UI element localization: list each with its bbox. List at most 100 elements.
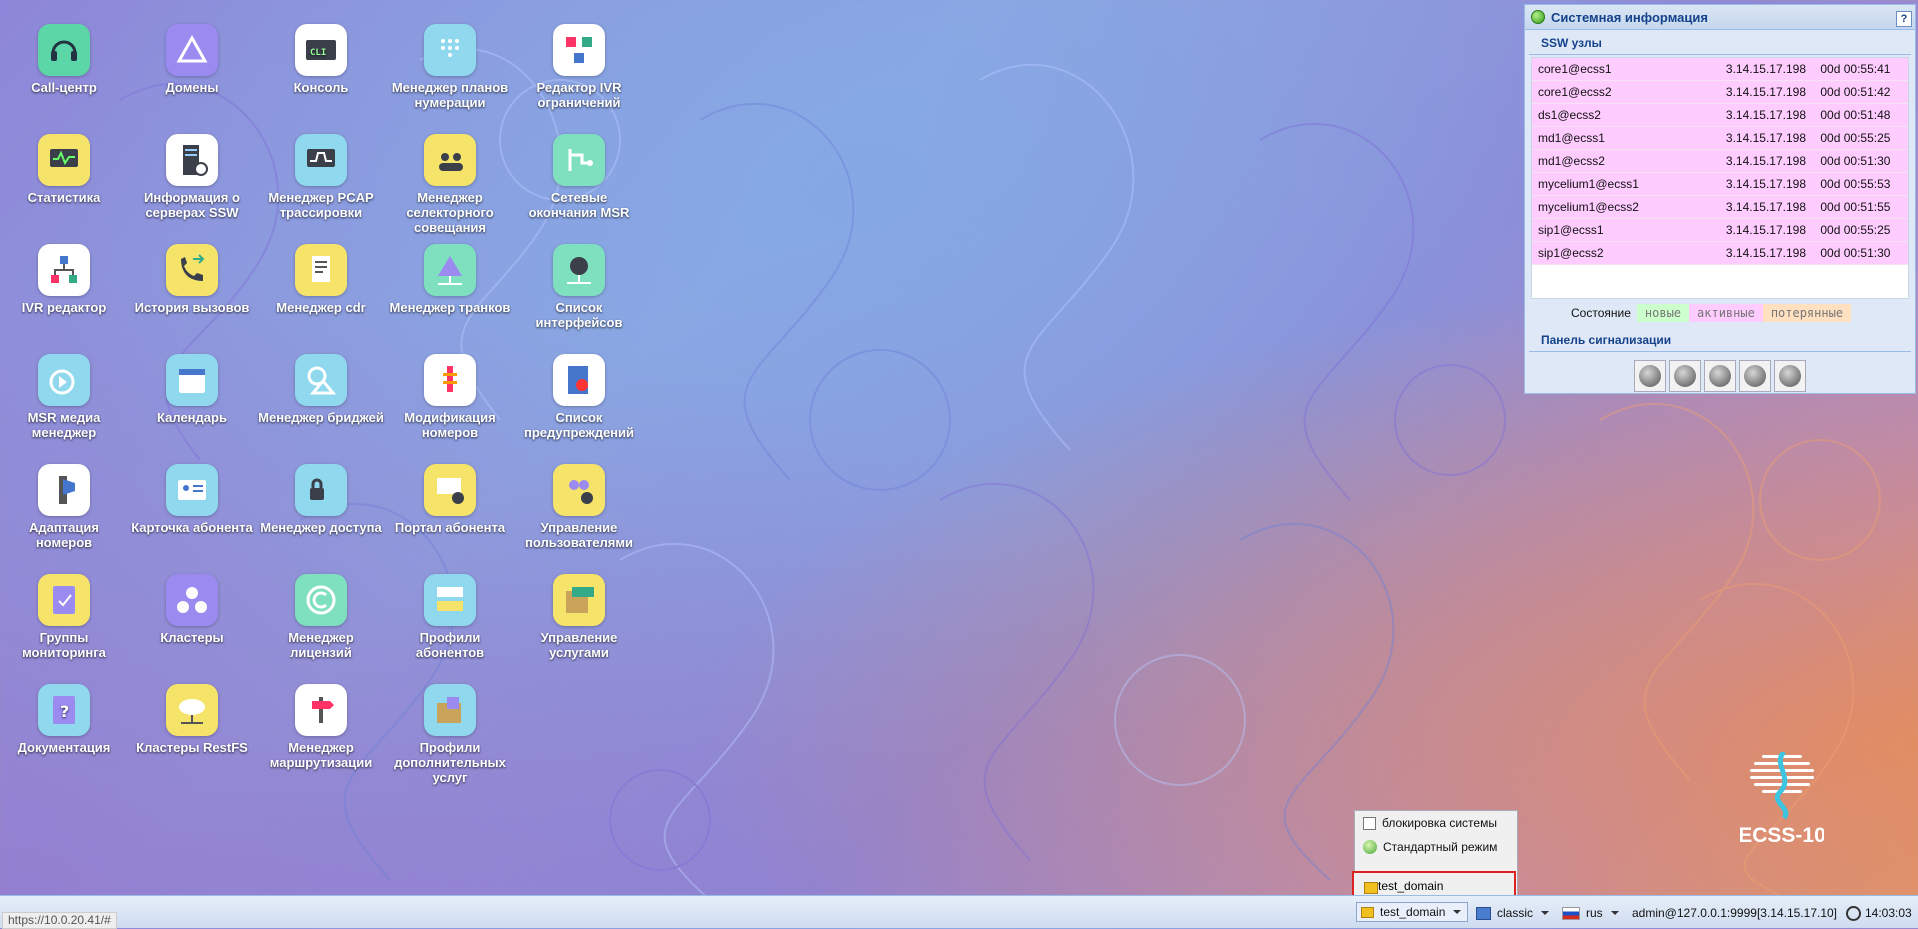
desktop-icon-label: Консоль xyxy=(293,80,349,95)
node-uptime: 00d 00:55:25 xyxy=(1820,223,1891,237)
desktop-icon-subscriber-profiles[interactable]: Профили абонентов xyxy=(386,574,514,660)
desktop-icon-trunk[interactable]: Менеджер транков xyxy=(386,244,514,315)
cdr-document-icon xyxy=(295,244,347,296)
node-uptime: 00d 00:51:55 xyxy=(1820,200,1891,214)
desktop-icon-cdr-document[interactable]: Менеджер cdr xyxy=(257,244,385,315)
desktop-icon-access-lock[interactable]: Менеджер доступа xyxy=(257,464,385,535)
system-lock-label: блокировка системы xyxy=(1382,816,1497,830)
table-row[interactable]: mycelium1@ecss1 3.14.15.17.198 00d 00:55:5… xyxy=(1532,173,1908,196)
desktop-icon-label: Менеджер бриджей xyxy=(258,410,384,425)
node-name: core1@ecss1 xyxy=(1538,62,1612,76)
desktop-icon-label: Портал абонента xyxy=(394,520,506,535)
headset-icon xyxy=(38,24,90,76)
desktop-icon-number-modification[interactable]: Модификация номеров xyxy=(386,354,514,440)
desktop-icon-pcap-monitor[interactable]: Менеджер PCAP трассировки xyxy=(257,134,385,220)
desktop-icon-clusters[interactable]: Кластеры xyxy=(128,574,256,645)
clock-icon xyxy=(1846,905,1861,921)
desktop-icon-server-info[interactable]: Информация о серверах SSW xyxy=(128,134,256,220)
signal-lamp-icon[interactable] xyxy=(1634,360,1666,392)
access-lock-icon xyxy=(295,464,347,516)
node-ip: 3.14.15.17.198 xyxy=(1725,131,1806,145)
desktop-icon-subscriber-portal[interactable]: Портал абонента xyxy=(386,464,514,535)
desktop-icon-license-copyright[interactable]: Менеджер лицензий xyxy=(257,574,385,660)
domain-selector[interactable]: test_domain xyxy=(1356,902,1468,922)
desktop-icon-triangle[interactable]: Домены xyxy=(128,24,256,95)
desktop-icon-routing-signpost[interactable]: Менеджер маршрутизации xyxy=(257,684,385,770)
desktop-icon-network-endpoints[interactable]: Сетевые окончания MSR xyxy=(515,134,643,220)
desktop-icon-additional-services[interactable]: Профили дополнительных услуг xyxy=(386,684,514,785)
checkbox-icon[interactable] xyxy=(1363,816,1376,830)
desktop-icon-monitor-chart[interactable]: Статистика xyxy=(0,134,128,205)
call-history-icon xyxy=(166,244,218,296)
desktop-icon-cli-terminal[interactable]: CLI Консоль xyxy=(257,24,385,95)
signal-panel-title: Панель сигнализации xyxy=(1529,327,1911,352)
table-row[interactable]: sip1@ecss2 3.14.15.17.198 00d 00:51:30 xyxy=(1532,242,1908,265)
chevron-down-icon xyxy=(1541,911,1550,915)
domain-selector-label: test_domain xyxy=(1380,905,1446,919)
routing-signpost-icon xyxy=(295,684,347,736)
signal-lamp-icon[interactable] xyxy=(1704,360,1736,392)
desktop-icon-calendar[interactable]: Календарь xyxy=(128,354,256,425)
desktop-icon-conference[interactable]: Менеджер селекторного совещания xyxy=(386,134,514,235)
desktop-icon-label: Список предупреждений xyxy=(523,410,635,440)
desktop-icon-number-adaptation[interactable]: Адаптация номеров xyxy=(0,464,128,550)
table-row[interactable]: core1@ecss1 3.14.15.17.198 00d 00:55:41 xyxy=(1532,58,1908,81)
desktop-icon-media-play[interactable]: MSR медиа менеджер xyxy=(0,354,128,440)
system-info-header[interactable]: Системная информация ? xyxy=(1525,5,1915,30)
desktop-icon-monitoring-groups[interactable]: Группы мониторинга xyxy=(0,574,128,660)
number-adaptation-icon xyxy=(38,464,90,516)
node-name: md1@ecss1 xyxy=(1538,131,1605,145)
table-row[interactable]: ds1@ecss2 3.14.15.17.198 00d 00:51:48 xyxy=(1532,104,1908,127)
signal-lamp-icon[interactable] xyxy=(1774,360,1806,392)
desktop-icon-ivr-tree[interactable]: IVR редактор xyxy=(0,244,128,315)
node-ip: 3.14.15.17.198 xyxy=(1725,85,1806,99)
chevron-down-icon xyxy=(1453,910,1462,914)
theme-selector[interactable]: classic xyxy=(1476,904,1550,922)
help-icon[interactable]: ? xyxy=(1896,11,1912,27)
node-uptime: 00d 00:55:53 xyxy=(1820,177,1891,191)
desktop-icon-label: Call-центр xyxy=(31,80,97,95)
desktop-icon-label: Профили абонентов xyxy=(415,630,485,660)
desktop-icon-label: Менеджер PCAP трассировки xyxy=(268,190,374,220)
desktop-icon-dialpad-phone[interactable]: Менеджер планов нумерации xyxy=(386,24,514,110)
desktop-icon-label: Менеджер cdr xyxy=(276,300,366,315)
desktop-icon-bridge-shapes[interactable]: Менеджер бриджей xyxy=(257,354,385,425)
desktop-icon-label: Список интерфейсов xyxy=(535,300,623,330)
signal-panel xyxy=(1525,360,1915,392)
signal-lamp-icon[interactable] xyxy=(1669,360,1701,392)
subscriber-profiles-icon xyxy=(424,574,476,626)
number-modification-icon xyxy=(424,354,476,406)
table-row[interactable]: md1@ecss2 3.14.15.17.198 00d 00:51:30 xyxy=(1532,150,1908,173)
desktop-icon-restfs-cloud[interactable]: Кластеры RestFS xyxy=(128,684,256,755)
desktop-icon-label: История вызовов xyxy=(134,300,250,315)
ssw-nodes-table: core1@ecss1 3.14.15.17.198 00d 00:55:41 cor… xyxy=(1531,57,1909,299)
table-row[interactable]: core1@ecss2 3.14.15.17.198 00d 00:51:42 xyxy=(1532,81,1908,104)
node-ip: 3.14.15.17.198 xyxy=(1725,154,1806,168)
node-uptime: 00d 00:51:42 xyxy=(1820,85,1891,99)
desktop-icon-headset[interactable]: Call-центр xyxy=(0,24,128,95)
desktop-icon-label: Менеджер лицензий xyxy=(288,630,354,660)
desktop-icon-call-history[interactable]: История вызовов xyxy=(128,244,256,315)
table-row[interactable]: md1@ecss1 3.14.15.17.198 00d 00:55:25 xyxy=(1532,127,1908,150)
standard-mode-item[interactable]: Стандартный режим xyxy=(1355,835,1517,859)
bridge-shapes-icon xyxy=(295,354,347,406)
desktop-icon-label: Редактор IVR ограничений xyxy=(536,80,622,110)
language-selector[interactable]: rus xyxy=(1562,904,1619,922)
desktop-icon-users-gear[interactable]: Управление пользователями xyxy=(515,464,643,550)
table-row[interactable]: mycelium1@ecss2 3.14.15.17.198 00d 00:51:5… xyxy=(1532,196,1908,219)
node-name: core1@ecss2 xyxy=(1538,85,1612,99)
desktop-icon-ivr-restriction[interactable]: Редактор IVR ограничений xyxy=(515,24,643,110)
desktop-icon-interfaces[interactable]: Список интерфейсов xyxy=(515,244,643,330)
desktop-icon-services-box[interactable]: Управление услугами xyxy=(515,574,643,660)
desktop-icon-documentation-book[interactable]: ? Документация xyxy=(0,684,128,755)
signal-lamp-icon[interactable] xyxy=(1739,360,1771,392)
node-ip: 3.14.15.17.198 xyxy=(1725,62,1806,76)
legend-active: активные xyxy=(1689,304,1763,322)
desktop-icon-subscriber-card[interactable]: Карточка абонента xyxy=(128,464,256,535)
desktop-icon-alarm-list[interactable]: Список предупреждений xyxy=(515,354,643,440)
system-lock-item[interactable]: блокировка системы xyxy=(1355,811,1517,835)
node-name: md1@ecss2 xyxy=(1538,154,1605,168)
table-row[interactable]: sip1@ecss1 3.14.15.17.198 00d 00:55:25 xyxy=(1532,219,1908,242)
documentation-book-icon: ? xyxy=(38,684,90,736)
clusters-icon xyxy=(166,574,218,626)
